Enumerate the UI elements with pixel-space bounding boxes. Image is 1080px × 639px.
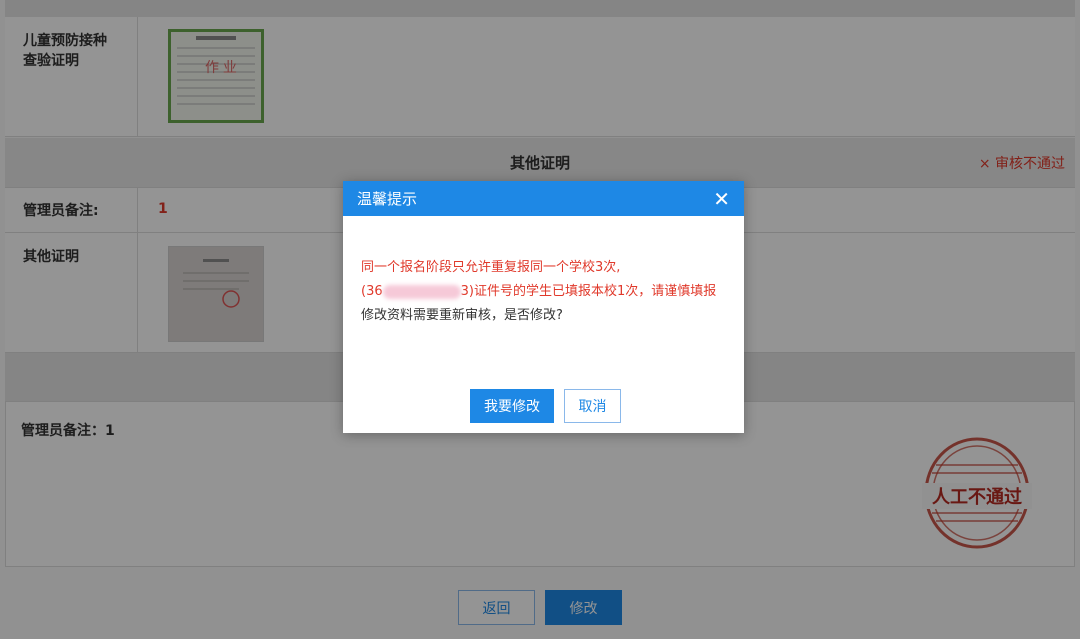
dialog-header: 温馨提示 ✕ bbox=[343, 181, 744, 216]
warning-line-1: 同一个报名阶段只允许重复报同一个学校3次, bbox=[361, 260, 621, 275]
redacted-id bbox=[382, 284, 461, 299]
warning-line-2: (36 3)证件号的学生已填报本校1次，请谨慎填报 bbox=[361, 280, 726, 304]
cancel-button[interactable]: 取消 bbox=[564, 389, 621, 423]
tip-dialog: 温馨提示 ✕ 同一个报名阶段只允许重复报同一个学校3次, (36 3)证件号的学生… bbox=[343, 181, 744, 433]
confirm-question: 修改资料需要重新审核，是否修改? bbox=[361, 308, 563, 323]
warning-id-suffix: 3)证件号的学生已填报本校1次，请谨慎填报 bbox=[460, 284, 717, 299]
dialog-title: 温馨提示 bbox=[357, 190, 418, 208]
warning-id-prefix: (36 bbox=[361, 284, 383, 299]
dialog-body: 同一个报名阶段只允许重复报同一个学校3次, (36 3)证件号的学生已填报本校1次… bbox=[343, 216, 744, 328]
confirm-edit-button[interactable]: 我要修改 bbox=[470, 389, 554, 423]
close-icon[interactable]: ✕ bbox=[713, 181, 730, 216]
